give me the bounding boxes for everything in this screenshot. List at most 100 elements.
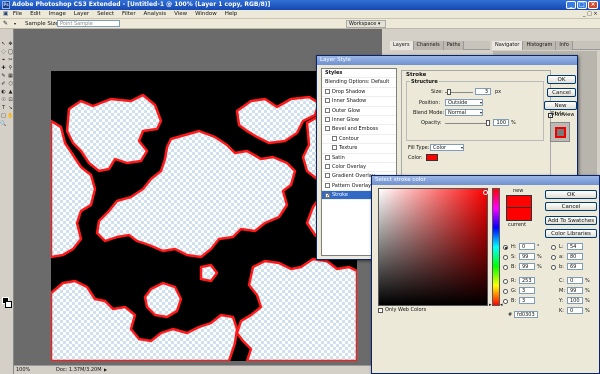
picker-ok-button[interactable]: OK	[545, 190, 597, 199]
pen-tool-icon[interactable]: ☉	[0, 97, 7, 103]
menu-select[interactable]: Select	[94, 10, 117, 18]
brush-tool-icon[interactable]: ⚲	[7, 65, 14, 71]
current-color-swatch[interactable]	[506, 208, 532, 221]
menu-filter[interactable]: Filter	[119, 10, 139, 18]
slice-tool-icon[interactable]: ✂	[7, 57, 14, 63]
cmyk-field-input[interactable]: 0	[567, 307, 583, 314]
tab-layers[interactable]: Layers	[390, 41, 414, 50]
tab-info[interactable]: Info	[556, 41, 573, 50]
lasso-tool-icon[interactable]: ◌	[0, 49, 7, 55]
zoom-level[interactable]: 100%	[16, 366, 30, 374]
color-field-marker[interactable]	[483, 190, 488, 195]
menu-file[interactable]: File	[10, 10, 25, 18]
background-color-swatch[interactable]	[5, 301, 12, 308]
style-list-item[interactable]: Contour	[322, 135, 396, 145]
tab-histogram[interactable]: Histogram	[523, 41, 557, 50]
style-checkbox[interactable]	[325, 116, 330, 122]
add-to-swatches-button[interactable]: Add To Swatches	[545, 216, 597, 225]
style-list-item[interactable]: Drop Shadow	[322, 88, 396, 98]
hsb-field-input[interactable]: 99	[519, 263, 535, 270]
hsb-radio[interactable]	[503, 265, 508, 270]
saturation-brightness-field[interactable]	[378, 188, 488, 306]
style-checkbox[interactable]	[325, 126, 330, 132]
style-list-item[interactable]: Bevel and Emboss	[322, 125, 396, 135]
lab-radio[interactable]	[551, 265, 556, 270]
menu-help[interactable]: Help	[222, 10, 241, 18]
opacity-input[interactable]: 100	[493, 119, 509, 126]
hsb-field-input[interactable]: 99	[519, 253, 535, 260]
path-select-tool-icon[interactable]: ⊡	[7, 97, 14, 103]
cmyk-field-input[interactable]: 0	[567, 277, 583, 284]
style-checkbox[interactable]	[325, 173, 330, 179]
style-checkbox[interactable]	[325, 98, 330, 104]
move-tool-icon[interactable]: ↖	[0, 41, 7, 47]
hue-slider-arrow-left-icon[interactable]: ▸	[489, 302, 492, 308]
blend-mode-select[interactable]: Normal ▾	[445, 109, 483, 116]
menu-view[interactable]: View	[171, 10, 190, 18]
ok-button[interactable]: OK	[547, 75, 576, 84]
history-brush-tool-icon[interactable]: ▦	[7, 73, 14, 79]
hsb-field-input[interactable]: 0	[519, 243, 535, 250]
stroke-color-swatch[interactable]	[426, 154, 438, 161]
style-list-item[interactable]: Outer Glow	[322, 107, 396, 116]
healing-tool-icon[interactable]: ✚	[0, 65, 7, 71]
position-select[interactable]: Outside ▾	[445, 99, 483, 106]
cancel-button[interactable]: Cancel	[547, 88, 576, 97]
type-tool-icon[interactable]: T	[0, 105, 7, 111]
menu-analysis[interactable]: Analysis	[141, 10, 170, 18]
status-menu-arrow-icon[interactable]: ▶	[104, 366, 107, 374]
minimize-button[interactable]: _	[566, 1, 576, 9]
shape-tool-icon[interactable]: □	[0, 113, 7, 119]
rgb-radio[interactable]	[503, 299, 508, 304]
style-list-item[interactable]: Styles	[322, 69, 396, 79]
opacity-slider-handle[interactable]	[486, 120, 490, 126]
hand-tool-icon[interactable]: ✋	[7, 113, 14, 119]
rgb-radio[interactable]	[503, 279, 508, 284]
cmyk-field-input[interactable]: 99	[567, 287, 583, 294]
picker-cancel-button[interactable]: Cancel	[545, 202, 597, 211]
direct-select-tool-icon[interactable]: ↘	[7, 105, 14, 111]
new-style-button[interactable]: New Style...	[544, 101, 577, 117]
gradient-tool-icon[interactable]: ⬡	[7, 81, 14, 87]
rgb-field-input[interactable]: 3	[519, 297, 535, 304]
size-slider-handle[interactable]	[447, 89, 451, 95]
menu-window[interactable]: Window	[192, 10, 220, 18]
lab-field-input[interactable]: 54	[567, 243, 583, 250]
hue-slider[interactable]	[492, 188, 500, 306]
style-checkbox[interactable]	[332, 145, 337, 151]
rgb-field-input[interactable]: 3	[519, 287, 535, 294]
document-canvas[interactable]	[51, 71, 357, 361]
cmyk-field-input[interactable]: 100	[567, 297, 583, 304]
style-checkbox[interactable]	[325, 107, 330, 113]
crop-tool-icon[interactable]: ⌖	[0, 57, 7, 63]
menu-layer[interactable]: Layer	[71, 10, 92, 18]
tab-channels[interactable]: Channels	[413, 41, 444, 50]
hsb-radio[interactable]	[503, 255, 508, 260]
style-checkbox[interactable]	[325, 88, 330, 94]
tab-navigator[interactable]: Navigator	[492, 41, 524, 50]
lab-field-input[interactable]: 80	[567, 253, 583, 260]
fill-type-select[interactable]: Color ▾	[430, 144, 464, 151]
chevron-down-icon[interactable]: ▾	[14, 21, 18, 27]
opacity-slider-track[interactable]	[445, 123, 487, 124]
stamp-tool-icon[interactable]: ✎	[0, 73, 7, 79]
style-checkbox[interactable]: ✓	[325, 193, 330, 199]
magic-wand-tool-icon[interactable]: ◯	[7, 49, 14, 55]
lab-radio[interactable]	[551, 245, 556, 250]
lab-field-input[interactable]: 69	[567, 263, 583, 270]
style-checkbox[interactable]	[325, 163, 330, 169]
workspace-button[interactable]: Workspace ▾	[346, 20, 386, 28]
style-checkbox[interactable]	[325, 182, 330, 188]
doc-window-controls[interactable]: _ □ ×	[583, 10, 598, 18]
style-checkbox[interactable]	[325, 154, 330, 160]
size-input[interactable]: 3	[475, 88, 491, 95]
style-list-item[interactable]: Color Overlay	[322, 163, 396, 173]
dodge-tool-icon[interactable]: ▲	[7, 89, 14, 95]
zoom-tool-icon[interactable]: 🔍	[0, 121, 7, 127]
style-list-item[interactable]: Texture	[322, 144, 396, 154]
color-libraries-button[interactable]: Color Libraries	[545, 229, 597, 238]
hex-input[interactable]: fd0303	[514, 311, 538, 318]
tab-paths[interactable]: Paths	[443, 41, 465, 50]
ps-menu-icon[interactable]: ▣	[0, 10, 8, 18]
menu-edit[interactable]: Edit	[27, 10, 44, 18]
